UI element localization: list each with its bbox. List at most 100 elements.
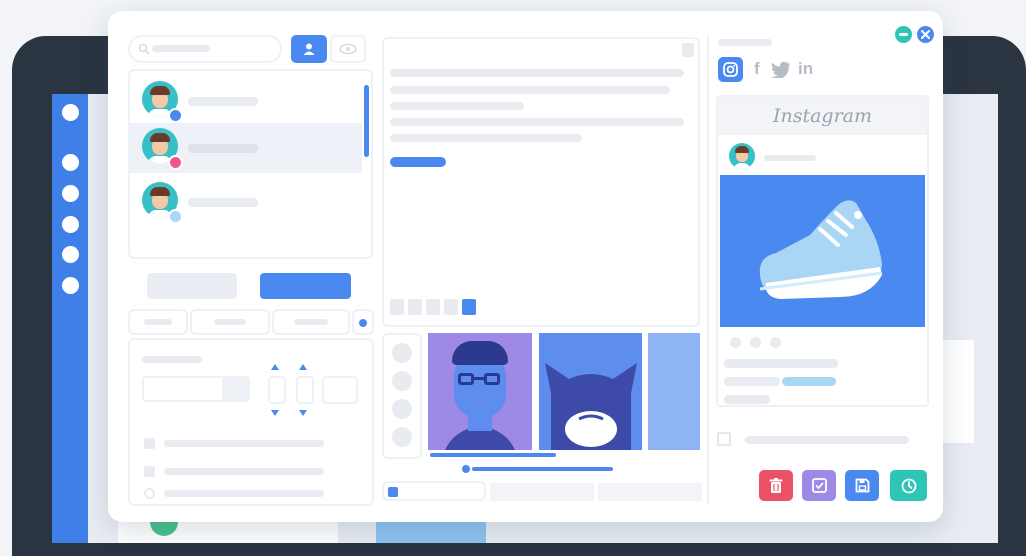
post-editor[interactable] [382,37,700,327]
bottom-tab[interactable] [598,483,702,501]
secondary-button[interactable] [147,273,237,299]
tab-contacts[interactable] [291,35,327,63]
format-tool[interactable] [408,299,422,315]
username [764,155,816,161]
text-line [390,86,670,94]
sidebar-dot[interactable] [62,277,79,294]
sidebar-dot[interactable] [62,104,79,121]
tab-item[interactable] [128,309,188,335]
user-icon [303,43,315,55]
comment-icon[interactable] [750,337,761,348]
close-icon [921,30,930,39]
bottom-tab[interactable] [382,481,486,501]
tool-button[interactable] [392,371,412,391]
tool-button[interactable] [392,427,412,447]
checkbox[interactable] [144,438,155,449]
format-tool-active[interactable] [462,299,476,315]
status-dot [168,155,183,170]
clock-icon [901,478,916,493]
list-item[interactable] [130,123,362,173]
format-tool[interactable] [426,299,440,315]
primary-button[interactable] [260,273,351,299]
media-image[interactable] [648,333,700,450]
chevron-up-icon[interactable] [271,364,279,370]
status-dot [168,108,183,123]
sidebar-dot[interactable] [62,216,79,233]
preview-title: Instagram [772,105,873,127]
editor-window: f in Instagram [108,11,943,522]
instagram-tab[interactable] [718,57,743,82]
tool-button[interactable] [392,343,412,363]
like-icon[interactable] [730,337,741,348]
tool-button[interactable] [392,399,412,419]
list-item[interactable] [130,75,362,125]
option-label [164,490,324,497]
trash-icon [769,478,783,493]
delete-button[interactable] [759,470,793,501]
option-label [164,468,324,475]
format-tool[interactable] [444,299,458,315]
text-line [390,118,684,126]
sidebar-dot[interactable] [62,154,79,171]
post-image[interactable] [720,175,925,327]
sidebar-dot[interactable] [62,185,79,202]
tab-item[interactable] [190,309,270,335]
expand-handle[interactable] [682,43,694,57]
settings-panel [128,338,374,506]
media-image[interactable] [539,333,642,450]
media-image[interactable] [428,333,532,450]
select-arrow [222,378,248,400]
media-toolbar [382,333,422,459]
select-field[interactable] [142,376,250,402]
list-item[interactable] [130,177,362,227]
chevron-down-icon[interactable] [299,410,307,416]
radio-button[interactable] [144,488,155,499]
setting-label [142,356,202,363]
quantity-stepper[interactable] [268,376,286,404]
avatar [729,143,755,169]
option-label [164,440,324,447]
text-line [390,69,684,77]
search-input[interactable] [128,35,282,63]
close-button[interactable] [917,26,934,43]
contacts-list [128,69,373,259]
twitter-icon[interactable] [771,61,791,78]
text-line [390,102,524,110]
quantity-stepper[interactable] [296,376,314,404]
approve-button[interactable] [802,470,836,501]
contact-name [188,97,258,106]
share-icon[interactable] [770,337,781,348]
save-icon [855,478,869,493]
link-text[interactable] [390,157,446,167]
caption-hashtag[interactable] [782,377,836,386]
media-scrollbar[interactable] [472,467,613,471]
tab-item[interactable] [272,309,350,335]
contact-name [188,198,258,207]
caption-line [724,395,770,404]
format-tool[interactable] [390,299,404,315]
check-icon [811,478,827,493]
schedule-button[interactable] [890,470,927,501]
chevron-up-icon[interactable] [299,364,307,370]
checkbox[interactable] [144,466,155,477]
facebook-icon[interactable]: f [754,59,760,79]
caption-line [724,359,838,368]
eye-icon [339,43,357,55]
media-selection-bar [430,453,556,457]
chevron-down-icon[interactable] [271,410,279,416]
checkbox[interactable] [717,432,731,446]
tab-indicator[interactable] [352,309,374,335]
background-image [376,522,486,543]
tab-preview[interactable] [330,35,366,63]
scrollbar[interactable] [364,85,369,157]
save-button[interactable] [845,470,879,501]
bottom-tab[interactable] [490,483,594,501]
contact-name [188,144,258,153]
linkedin-icon[interactable]: in [798,59,813,79]
sidebar-dot[interactable] [62,246,79,263]
value-field[interactable] [322,376,358,404]
text-line [390,134,582,142]
section-label [718,39,772,46]
slider-handle[interactable] [462,465,470,473]
minimize-button[interactable] [895,26,912,43]
